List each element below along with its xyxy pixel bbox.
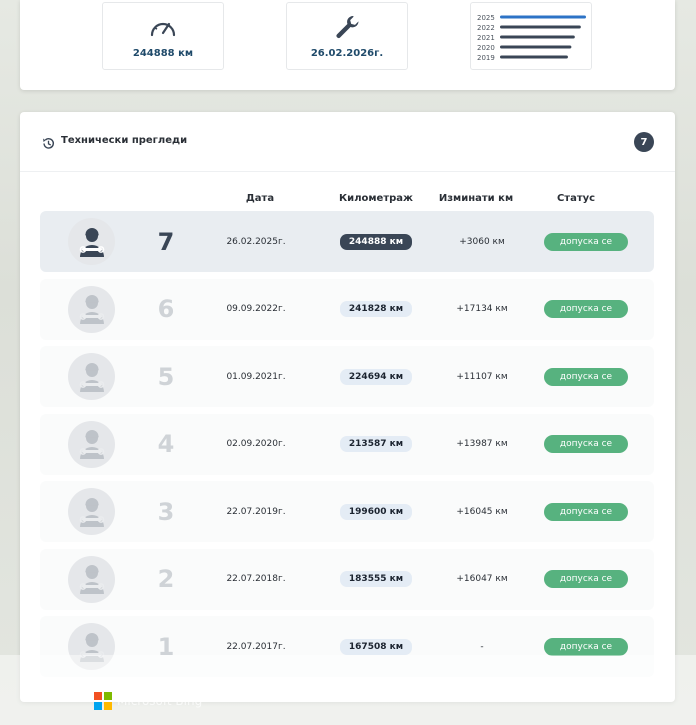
year-bar: [500, 55, 568, 59]
history-clock-icon: [42, 135, 55, 154]
mechanic-avatar-icon: [68, 488, 115, 535]
year-chart-svg: 2025 2022 2021 2020 2019: [477, 14, 586, 62]
inspection-status: допуска се: [536, 346, 636, 407]
status-badge: допуска се: [544, 637, 628, 656]
service-tile: 26.02.2026г.: [286, 2, 408, 70]
inspection-date: 22.07.2019г.: [226, 506, 286, 517]
year-chart: 2025 2022 2021 2020 2019: [470, 2, 592, 70]
inspection-mileage: 241828 км: [326, 279, 426, 340]
inspection-mileage: 183555 км: [326, 549, 426, 610]
table-row[interactable]: 5 01.09.2021г. 224694 км +11107 км допус…: [40, 346, 654, 407]
inspection-mileage: 213587 км: [326, 414, 426, 475]
col-head-status: Статус: [556, 193, 596, 204]
inspection-mileage: 199600 км: [326, 481, 426, 542]
status-badge: допуска се: [544, 232, 628, 251]
inspection-diff: +16045 км: [456, 506, 508, 517]
inspection-status: допуска се: [536, 481, 636, 542]
year-label: 2025: [477, 14, 495, 22]
year-label: 2020: [477, 44, 495, 52]
status-badge: допуска се: [544, 435, 628, 453]
inspection-status: допуска се: [536, 211, 636, 272]
inspection-status: допуска се: [536, 279, 636, 340]
year-label: 2021: [477, 34, 495, 42]
mechanic-avatar-icon: [68, 285, 115, 333]
inspection-date: 01.09.2021г.: [226, 371, 286, 382]
table-row[interactable]: 2 22.07.2018г. 183555 км +16047 км допус…: [40, 548, 654, 610]
status-badge: допуска се: [544, 570, 628, 588]
status-badge: допуска се: [544, 300, 628, 318]
mechanic-avatar-icon: [68, 420, 115, 468]
speedometer-icon: [149, 14, 177, 40]
inspection-date: 26.02.2025г.: [226, 236, 286, 247]
inspection-diff: +17134 км: [456, 304, 508, 314]
year-bar: [500, 45, 572, 49]
mileage-value: 244888 км: [132, 47, 194, 59]
col-head-mileage: Километраж: [339, 193, 413, 204]
mechanic-avatar-icon: [68, 218, 115, 265]
inspection-date: 22.07.2018г.: [226, 574, 286, 584]
col-head-date: Дата: [245, 193, 275, 204]
year-bar: [500, 15, 586, 19]
year-label: 2022: [477, 24, 495, 32]
inspection-mileage: 224694 км: [326, 346, 426, 407]
wrench-icon: [334, 14, 360, 40]
table-row[interactable]: 6 09.09.2022г. 241828 км +17134 км допус…: [40, 278, 654, 340]
table-row[interactable]: 4 02.09.2020г. 213587 км +13987 км допус…: [40, 413, 654, 475]
inspection-diff: +13987 км: [456, 439, 508, 449]
inspections-card: Технически прегледи 7 Дата Километраж Из…: [20, 112, 675, 702]
col-head-diff: Изминати км: [438, 193, 514, 204]
microsoft-logo-icon: [94, 692, 112, 710]
inspection-mileage: 244888 км: [326, 211, 426, 272]
table-row[interactable]: 7 26.02.2025г. 244888 км +3060 км допуск…: [40, 211, 654, 272]
card-header: Технически прегледи 7: [20, 112, 675, 172]
year-bar: [500, 35, 575, 39]
status-badge: допуска се: [544, 502, 628, 521]
watermark-text: Microsoft Bing: [117, 694, 203, 708]
inspection-status: допуска се: [536, 414, 636, 475]
count-badge: 7: [634, 132, 654, 152]
inspection-status: допуска се: [536, 549, 636, 610]
inspection-date: 09.09.2022г.: [226, 304, 286, 314]
overlay-band: [0, 655, 696, 725]
status-badge: допуска се: [544, 367, 628, 386]
inspection-diff: +16047 км: [456, 574, 508, 584]
service-date-value: 26.02.2026г.: [310, 47, 384, 59]
card-title: Технически прегледи: [61, 135, 188, 146]
mechanic-avatar-icon: [68, 353, 115, 400]
summary-card: 244888 км 26.02.2026г. 2025 2022 2021 2020 2…: [20, 0, 675, 90]
inspection-diff: +11107 км: [456, 371, 508, 382]
year-bar: [500, 25, 581, 29]
table-row[interactable]: 3 22.07.2019г. 199600 км +16045 км допус…: [40, 481, 654, 542]
mileage-tile: 244888 км: [102, 2, 224, 70]
year-label: 2019: [477, 54, 495, 62]
inspection-date: 02.09.2020г.: [226, 439, 286, 449]
inspection-diff: +3060 км: [459, 236, 505, 247]
mechanic-avatar-icon: [68, 555, 115, 603]
